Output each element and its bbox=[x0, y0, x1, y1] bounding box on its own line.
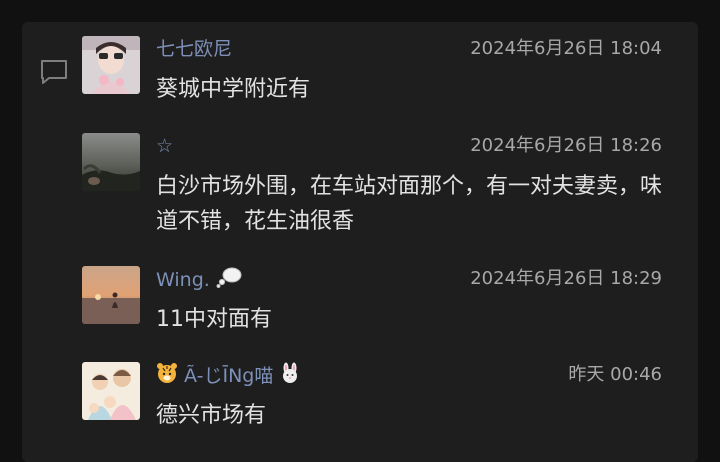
avatar[interactable] bbox=[82, 36, 140, 94]
comment-timestamp: 2024年6月26日 18:26 bbox=[470, 135, 662, 156]
comment-item: Ã-じĪNg喵 昨天 00:46 德兴市场有 bbox=[82, 362, 662, 428]
comment-text: 德兴市场有 bbox=[156, 403, 267, 428]
comment-text: 葵城中学附近有 bbox=[156, 77, 311, 102]
commenter-name[interactable]: 七七欧尼 bbox=[156, 36, 232, 62]
rabbit-face-icon bbox=[279, 362, 301, 391]
comment-timestamp: 昨天 00:46 bbox=[568, 364, 662, 385]
comment-text: 11中对面有 bbox=[156, 307, 272, 332]
commenter-name[interactable]: Ã-じĪNg喵 bbox=[156, 362, 301, 388]
comment-item: ☆ 2024年6月26日 18:26 白沙市场外围，在车站对面那个，有一对夫妻卖… bbox=[82, 133, 662, 243]
comment-item: 七七欧尼 2024年6月26日 18:04 葵城中学附近有 bbox=[82, 36, 662, 102]
thought-bubble-icon bbox=[216, 266, 242, 295]
commenter-name[interactable]: Wing. bbox=[156, 266, 242, 292]
commenter-name-text: Ã-じĪNg喵 bbox=[184, 365, 274, 387]
avatar[interactable] bbox=[82, 362, 140, 420]
avatar[interactable] bbox=[82, 133, 140, 191]
avatar[interactable] bbox=[82, 266, 140, 324]
comment-timestamp: 2024年6月26日 18:04 bbox=[470, 38, 662, 59]
comment-icon[interactable] bbox=[39, 59, 69, 85]
comment-text: 白沙市场外围，在车站对面那个，有一对夫妻卖，味道不错，花生油很香 bbox=[156, 174, 663, 234]
comment-timestamp: 2024年6月26日 18:29 bbox=[470, 268, 662, 289]
comment-item: Wing. 2024年6月26日 18:29 11中对面有 bbox=[82, 266, 662, 332]
commenter-name-text: Wing. bbox=[156, 269, 210, 291]
commenter-name[interactable]: ☆ bbox=[156, 133, 173, 159]
tiger-face-icon bbox=[156, 362, 178, 391]
